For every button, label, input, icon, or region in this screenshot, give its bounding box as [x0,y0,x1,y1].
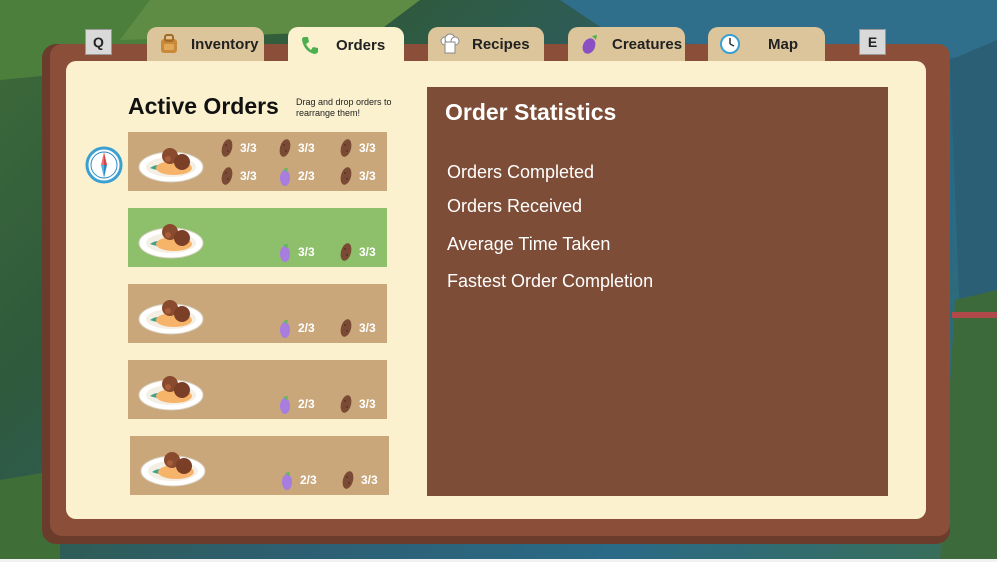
ingredient-count: 3/3 [278,138,315,158]
order-statistics-panel: Order Statistics Orders Completed Orders… [427,87,888,496]
eggplant-icon [278,166,292,186]
potato-icon [339,166,353,186]
tab-map[interactable]: Map [708,27,825,61]
potato-icon [339,318,353,338]
ingredient-count: 3/3 [220,166,257,186]
ingredient-count: 2/3 [278,394,315,414]
stats-title: Order Statistics [445,99,617,125]
drag-hint-text: Drag and drop orders to rearrange them! [296,97,392,118]
dish-icon [138,140,204,184]
ingredient-count: 3/3 [341,470,378,490]
dish-icon [138,216,204,260]
compass-icon[interactable] [85,146,123,184]
ingredient-count-text: 3/3 [359,245,376,259]
ingredient-count-text: 3/3 [359,169,376,183]
ingredient-count-text: 3/3 [359,321,376,335]
potato-icon [220,138,234,158]
potato-icon [341,470,355,490]
tab-label: Map [768,35,798,53]
stat-average-time: Average Time Taken [447,234,611,254]
stat-orders-completed: Orders Completed [447,162,595,182]
stat-fastest-order: Fastest Order Completion [447,271,654,291]
order-card[interactable]: 3/3 3/3 3/3 3/3 2/3 3/3 [128,132,387,191]
ingredient-count: 3/3 [339,242,376,262]
prev-tab-key[interactable]: Q [85,29,112,55]
phone-icon [298,33,322,57]
tab-creatures[interactable]: Creatures [568,27,685,61]
eggplant-icon [278,318,292,338]
backpack-icon [157,32,181,56]
tab-label: Creatures [612,35,683,53]
ingredient-count: 3/3 [339,138,376,158]
tab-orders[interactable]: Orders [288,27,404,63]
ingredient-count-text: 3/3 [298,141,315,155]
potato-icon [278,138,292,158]
ingredient-count: 3/3 [220,138,257,158]
ingredient-count: 3/3 [339,166,376,186]
chef-hat-icon [438,32,462,56]
ingredient-count: 3/3 [339,318,376,338]
dish-icon [140,444,206,488]
ingredient-count: 2/3 [278,318,315,338]
ingredient-count-text: 2/3 [298,397,315,411]
order-card[interactable]: 3/3 3/3 [128,208,387,267]
tab-label: Orders [336,36,386,54]
potato-icon [339,242,353,262]
order-card[interactable]: 2/3 3/3 [128,284,387,343]
stat-orders-received: Orders Received [447,196,583,216]
active-orders-title: Active Orders [128,93,279,119]
eggplant-icon [278,394,292,414]
eggplant-icon [578,32,602,56]
ingredient-count: 3/3 [278,242,315,262]
ingredient-count-text: 2/3 [298,321,315,335]
potato-icon [339,138,353,158]
ingredient-count: 2/3 [278,166,315,186]
ingredient-count-text: 2/3 [298,169,315,183]
clock-icon [718,32,742,56]
ingredient-count-text: 3/3 [240,169,257,183]
tab-recipes[interactable]: Recipes [428,27,544,61]
tab-inventory[interactable]: Inventory [147,27,264,61]
ingredient-count-text: 2/3 [300,473,317,487]
order-card[interactable]: 2/3 3/3 [130,436,389,495]
ingredient-count-text: 3/3 [298,245,315,259]
order-card[interactable]: 2/3 3/3 [128,360,387,419]
tab-label: Recipes [472,35,530,53]
tab-label: Inventory [191,35,259,53]
dish-icon [138,292,204,336]
eggplant-icon [280,470,294,490]
dish-icon [138,368,204,412]
potato-icon [220,166,234,186]
ingredient-count-text: 3/3 [361,473,378,487]
ingredient-count: 2/3 [280,470,317,490]
ingredient-count-text: 3/3 [359,397,376,411]
next-tab-key[interactable]: E [859,29,886,55]
potato-icon [339,394,353,414]
ingredient-count: 3/3 [339,394,376,414]
ingredient-count-text: 3/3 [359,141,376,155]
eggplant-icon [278,242,292,262]
ingredient-count-text: 3/3 [240,141,257,155]
